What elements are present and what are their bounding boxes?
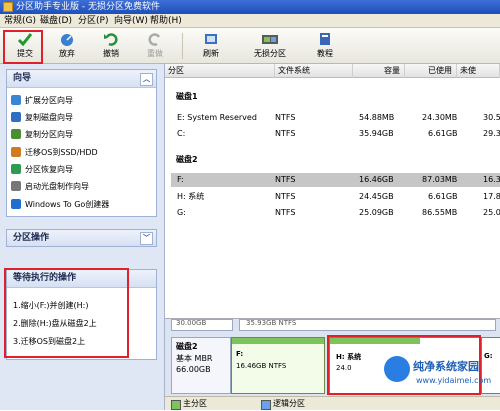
windows-icon bbox=[11, 199, 21, 209]
prev-disk-size: 30.00GB bbox=[171, 319, 233, 331]
col-partition[interactable]: 分区 bbox=[165, 64, 275, 78]
migrate-icon bbox=[11, 147, 21, 157]
title-bar: 分区助手专业版 - 无损分区免费软件 bbox=[0, 0, 500, 14]
logical-swatch bbox=[261, 400, 271, 410]
wizard-panel-header: 向导 ︿ bbox=[7, 70, 156, 88]
app-icon bbox=[3, 2, 13, 12]
table-row[interactable]: E: System Reserved NTFS 54.88MB 24.30MB 30.… bbox=[171, 111, 500, 125]
wizard-migrate-os[interactable]: 迁移OS到SSD/HDD bbox=[11, 146, 98, 159]
expand-down-icon[interactable]: ﹀ bbox=[140, 232, 153, 245]
undo-button[interactable]: 撤销 bbox=[92, 30, 130, 62]
table-row[interactable]: C: NTFS 35.94GB 6.61GB 29.3 bbox=[171, 127, 500, 141]
col-used[interactable]: 已使用 bbox=[405, 64, 457, 78]
toolbar: 提交 放弃 撤销 重做 刷新 无损分区 教程 bbox=[0, 28, 500, 64]
usage-bar bbox=[232, 338, 324, 344]
disk1-label: 磁盘1 bbox=[176, 92, 198, 101]
copy-partition-icon bbox=[11, 129, 21, 139]
refresh-icon bbox=[205, 34, 217, 44]
legend-bar: 主分区 逻辑分区 bbox=[165, 396, 500, 410]
left-pane: 向导 ︿ 扩展分区向导 复制磁盘向导 复制分区向导 迁移OS到SSD/HDD 分… bbox=[0, 64, 165, 410]
wizard-partition-recovery[interactable]: 分区恢复向导 bbox=[11, 163, 73, 176]
menu-disk[interactable]: 磁盘(D) bbox=[40, 14, 72, 28]
refresh-button[interactable]: 刷新 bbox=[192, 30, 230, 62]
highlight-commit bbox=[3, 30, 43, 64]
table-row[interactable]: H: 系统 NTFS 24.45GB 6.61GB 17.8 bbox=[171, 190, 500, 204]
menu-partition[interactable]: 分区(P) bbox=[78, 14, 108, 28]
disk2-map-name: 磁盘2 bbox=[176, 342, 198, 351]
partition-block-f[interactable]: F: 16.46GB NTFS bbox=[231, 337, 325, 394]
gauge-icon bbox=[61, 34, 73, 46]
wizard-copy-disk[interactable]: 复制磁盘向导 bbox=[11, 111, 73, 124]
table-row[interactable]: G: NTFS 25.09GB 86.55MB 25.0 bbox=[171, 206, 500, 220]
disk2-map-size: 66.00GB bbox=[176, 365, 211, 374]
col-capacity[interactable]: 容量 bbox=[353, 64, 405, 78]
undo-icon bbox=[104, 33, 118, 46]
wizard-copy-partition[interactable]: 复制分区向导 bbox=[11, 128, 73, 141]
lossless-partition-button[interactable]: 无损分区 bbox=[246, 30, 294, 62]
redo-icon bbox=[148, 33, 161, 46]
extend-icon bbox=[11, 95, 21, 105]
book-icon bbox=[320, 33, 330, 45]
disk2-info[interactable]: 磁盘2 基本 MBR 66.00GB bbox=[171, 337, 231, 394]
redo-button[interactable]: 重做 bbox=[136, 30, 174, 62]
discard-button[interactable]: 放弃 bbox=[48, 30, 86, 62]
toolbar-separator bbox=[182, 33, 183, 59]
table-row-selected[interactable]: F: NTFS 16.46GB 87.03MB 16.3 bbox=[171, 173, 500, 187]
boot-disk-icon bbox=[11, 181, 21, 191]
wizard-windows-to-go[interactable]: Windows To Go创建器 bbox=[11, 198, 109, 211]
watermark-url: www.yidaimei.com bbox=[416, 376, 492, 385]
legend-logical: 逻辑分区 bbox=[273, 399, 305, 408]
wizard-panel: 向导 ︿ 扩展分区向导 复制磁盘向导 复制分区向导 迁移OS到SSD/HDD 分… bbox=[6, 69, 157, 217]
disk-partition-icon bbox=[262, 35, 278, 44]
copy-disk-icon bbox=[11, 112, 21, 122]
primary-swatch bbox=[171, 400, 181, 410]
menu-help[interactable]: 帮助(H) bbox=[150, 14, 182, 28]
watermark-logo bbox=[384, 356, 410, 382]
col-free[interactable]: 未使 bbox=[457, 64, 500, 78]
highlight-pending bbox=[4, 268, 129, 358]
column-header: 分区 文件系统 容量 已使用 未使 bbox=[165, 64, 500, 78]
tutorial-button[interactable]: 教程 bbox=[306, 30, 344, 62]
wizard-boot-disk[interactable]: 启动光盘制作向导 bbox=[11, 180, 89, 193]
menu-general[interactable]: 常规(G) bbox=[4, 14, 36, 28]
partition-ops-panel: 分区操作 ﹀ bbox=[6, 229, 157, 247]
menu-wizard[interactable]: 向导(W) bbox=[114, 14, 148, 28]
wizard-extend-partition[interactable]: 扩展分区向导 bbox=[11, 94, 73, 107]
disk2-label: 磁盘2 bbox=[176, 155, 198, 164]
partition-ops-header: 分区操作 ﹀ bbox=[7, 230, 156, 246]
col-filesystem[interactable]: 文件系统 bbox=[275, 64, 353, 78]
recovery-icon bbox=[11, 164, 21, 174]
disk2-map-type: 基本 MBR bbox=[176, 354, 213, 363]
window-title: 分区助手专业版 - 无损分区免费软件 bbox=[16, 2, 160, 12]
prev-partition[interactable]: 35.93GB NTFS bbox=[239, 319, 496, 331]
legend-primary: 主分区 bbox=[183, 399, 207, 408]
collapse-up-icon[interactable]: ︿ bbox=[140, 73, 153, 86]
watermark-title: 纯净系统家园 bbox=[413, 360, 479, 373]
menu-bar: 常规(G) 磁盘(D) 分区(P) 向导(W) 帮助(H) bbox=[0, 14, 500, 28]
partition-block-g[interactable]: G: bbox=[481, 337, 500, 394]
